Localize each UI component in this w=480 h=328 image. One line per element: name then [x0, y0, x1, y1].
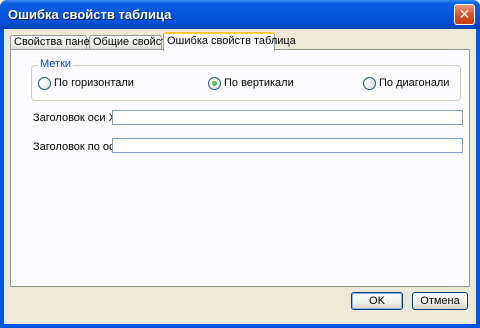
radio-label: По горизонтали: [54, 77, 134, 89]
close-button[interactable]: ✕: [454, 4, 475, 25]
title-bar[interactable]: Ошибка свойств таблица ✕: [0, 0, 480, 29]
radio-label: По вертикали: [224, 77, 294, 89]
x-axis-title-input[interactable]: [112, 110, 463, 125]
tab-general-properties[interactable]: Общие свойства: [89, 35, 178, 50]
tab-content: Метки По горизонтали По вертикали По диа…: [10, 49, 470, 287]
axis-title-label: Заголовок по оси: [33, 141, 121, 153]
tab-strip: Свойства панели Общие свойства Ошибка св…: [10, 31, 470, 51]
tab-table-error-properties[interactable]: Ошибка свойств таблица: [163, 32, 296, 51]
radio-label: По диагонали: [379, 77, 450, 89]
tab-label: Ошибка свойств таблица: [167, 35, 296, 47]
cancel-button-label: Отмена: [420, 295, 460, 307]
radio-selected-dot-icon: [212, 81, 217, 86]
ok-button-label: OK: [369, 295, 385, 307]
dialog-body: Свойства панели Общие свойства Ошибка св…: [4, 29, 476, 324]
radio-circle-icon: [38, 77, 51, 90]
close-icon: ✕: [458, 6, 471, 22]
labels-group-title: Метки: [38, 58, 74, 70]
radio-circle-icon: [363, 77, 376, 90]
dialog-window: Ошибка свойств таблица ✕ Свойства панели…: [0, 0, 480, 328]
cancel-button[interactable]: Отмена: [412, 292, 468, 310]
radio-circle-icon: [208, 77, 221, 90]
window-title: Ошибка свойств таблица: [8, 7, 172, 22]
labels-groupbox: Метки По горизонтали По вертикали По диа…: [31, 58, 461, 101]
ok-button[interactable]: OK: [351, 292, 403, 310]
axis-title-input[interactable]: [112, 138, 463, 153]
x-axis-title-label: Заголовок оси X:: [33, 112, 119, 124]
tab-panel-properties[interactable]: Свойства панели: [10, 35, 102, 50]
